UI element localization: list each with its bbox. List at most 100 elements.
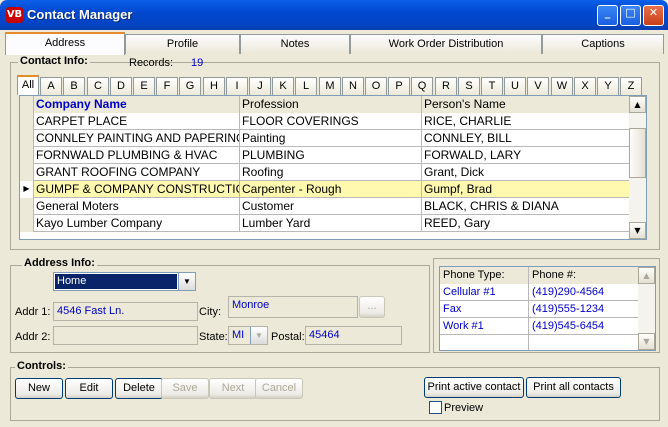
letter-tab-m[interactable]: M	[319, 77, 341, 95]
table-row[interactable]: GRANT ROOFING COMPANY Roofing Grant, Dick	[20, 164, 630, 181]
profession-cell[interactable]: Customer	[240, 198, 422, 215]
person-cell[interactable]: FORWALD, LARY	[422, 147, 630, 164]
letter-tab-x[interactable]: X	[574, 77, 596, 95]
letter-tab-s[interactable]: S	[458, 77, 480, 95]
profession-cell[interactable]: PLUMBING	[240, 147, 422, 164]
phone-number-header[interactable]: Phone #:	[529, 267, 640, 284]
phone-type-cell[interactable]: Work #1	[440, 318, 529, 335]
addr1-field[interactable]: 4546 Fast Ln.	[53, 302, 198, 321]
address-type-select[interactable]: Home ▼	[53, 272, 196, 291]
letter-tab-j[interactable]: J	[249, 77, 271, 95]
table-row[interactable]: ▶ GUMPF & COMPANY CONSTRUCTION Carpenter -…	[20, 181, 630, 198]
addr2-field[interactable]	[53, 326, 198, 345]
profession-cell[interactable]: Carpenter - Rough	[240, 181, 422, 198]
letter-tab-c[interactable]: C	[87, 77, 109, 95]
tab-work-order-distribution[interactable]: Work Order Distribution	[350, 34, 542, 54]
letter-tab-n[interactable]: N	[342, 77, 364, 95]
person-cell[interactable]: BLACK, CHRIS & DIANA	[422, 198, 630, 215]
person-cell[interactable]: Gumpf, Brad	[422, 181, 630, 198]
phone-number-cell[interactable]: (419)555-1234	[529, 301, 640, 318]
company-cell[interactable]: Kayo Lumber Company	[34, 215, 240, 232]
letter-tab-k[interactable]: K	[272, 77, 294, 95]
phone-row[interactable]: Work #1 (419)545-6454	[440, 318, 640, 335]
table-row[interactable]: FORNWALD PLUMBING & HVAC PLUMBING FORWALD,…	[20, 147, 630, 164]
column-header-company[interactable]: Company Name	[34, 96, 240, 113]
city-lookup-button[interactable]: ...	[359, 296, 385, 318]
person-cell[interactable]: CONNLEY, BILL	[422, 130, 630, 147]
table-row[interactable]: CONNLEY PAINTING AND PAPERING Painting CON…	[20, 130, 630, 147]
company-cell[interactable]: GUMPF & COMPANY CONSTRUCTION	[34, 181, 240, 198]
tab-profile[interactable]: Profile	[125, 34, 240, 54]
edit-button[interactable]: Edit	[65, 378, 113, 399]
cancel-button[interactable]: Cancel	[255, 378, 303, 399]
phone-row[interactable]: Fax (419)555-1234	[440, 301, 640, 318]
row-selector[interactable]	[20, 198, 34, 215]
phone-number-cell[interactable]: (419)290-4564	[529, 284, 640, 301]
scroll-down-icon[interactable]: ▼	[629, 222, 646, 239]
letter-tab-h[interactable]: H	[203, 77, 225, 95]
letter-tab-o[interactable]: O	[365, 77, 387, 95]
phone-vertical-scrollbar[interactable]: ▲ ▼	[638, 267, 655, 350]
maximize-button[interactable]: □	[620, 5, 641, 26]
letter-tab-w[interactable]: W	[551, 77, 573, 95]
letter-tab-f[interactable]: F	[156, 77, 178, 95]
phone-empty-row[interactable]	[440, 335, 640, 350]
column-header-person[interactable]: Person's Name	[422, 96, 630, 113]
letter-tab-g[interactable]: G	[179, 77, 201, 95]
phone-row[interactable]: Cellular #1 (419)290-4564	[440, 284, 640, 301]
state-select[interactable]: MI ▼	[228, 326, 268, 345]
print-active-contact-button[interactable]: Print active contact	[424, 377, 524, 398]
row-selector[interactable]	[20, 147, 34, 164]
letter-tab-y[interactable]: Y	[597, 77, 619, 95]
print-all-contacts-button[interactable]: Print all contacts	[526, 377, 621, 398]
phone-number-cell[interactable]: (419)545-6454	[529, 318, 640, 335]
letter-tab-v[interactable]: V	[527, 77, 549, 95]
save-button[interactable]: Save	[161, 378, 209, 399]
company-cell[interactable]: CONNLEY PAINTING AND PAPERING	[34, 130, 240, 147]
letter-tab-r[interactable]: R	[435, 77, 457, 95]
grid-vertical-scrollbar[interactable]: ▲ ▼	[629, 96, 646, 239]
person-cell[interactable]: RICE, CHARLIE	[422, 113, 630, 130]
letter-tab-z[interactable]: Z	[620, 77, 642, 95]
scroll-up-icon[interactable]: ▲	[638, 267, 655, 284]
close-button[interactable]: ✕	[643, 5, 664, 26]
scroll-up-icon[interactable]: ▲	[629, 96, 646, 113]
current-row-arrow-icon[interactable]: ▶	[20, 181, 34, 198]
company-cell[interactable]: GRANT ROOFING COMPANY	[34, 164, 240, 181]
delete-button[interactable]: Delete	[115, 378, 163, 399]
profession-cell[interactable]: Painting	[240, 130, 422, 147]
profession-cell[interactable]: Roofing	[240, 164, 422, 181]
preview-checkbox[interactable]	[429, 401, 442, 414]
table-row[interactable]: General Moters Customer BLACK, CHRIS & DIA…	[20, 198, 630, 215]
profession-cell[interactable]: Lumber Yard	[240, 215, 422, 232]
row-selector[interactable]	[20, 130, 34, 147]
table-row[interactable]: Kayo Lumber Company Lumber Yard REED, Gary	[20, 215, 630, 232]
company-cell[interactable]: CARPET PLACE	[34, 113, 240, 130]
person-cell[interactable]: Grant, Dick	[422, 164, 630, 181]
tab-notes[interactable]: Notes	[240, 34, 350, 54]
row-selector[interactable]	[20, 113, 34, 130]
row-selector[interactable]	[20, 215, 34, 232]
phone-type-cell[interactable]: Cellular #1	[440, 284, 529, 301]
postal-field[interactable]: 45464	[305, 326, 402, 345]
next-button[interactable]: Next	[209, 378, 257, 399]
scroll-down-icon[interactable]: ▼	[638, 333, 655, 350]
letter-tab-b[interactable]: B	[63, 77, 85, 95]
phone-type-header[interactable]: Phone Type:	[440, 267, 529, 284]
table-row[interactable]: CARPET PLACE FLOOR COVERINGS RICE, CHARLIE	[20, 113, 630, 130]
tab-captions[interactable]: Captions	[542, 34, 664, 54]
letter-tab-d[interactable]: D	[110, 77, 132, 95]
letter-tab-q[interactable]: Q	[411, 77, 433, 95]
letter-tab-i[interactable]: I	[226, 77, 248, 95]
profession-cell[interactable]: FLOOR COVERINGS	[240, 113, 422, 130]
letter-tab-l[interactable]: L	[295, 77, 317, 95]
company-cell[interactable]: General Moters	[34, 198, 240, 215]
letter-tab-all[interactable]: All	[17, 75, 39, 95]
person-cell[interactable]: REED, Gary	[422, 215, 630, 232]
scroll-thumb[interactable]	[629, 128, 646, 178]
letter-tab-e[interactable]: E	[133, 77, 155, 95]
letter-tab-p[interactable]: P	[388, 77, 410, 95]
company-cell[interactable]: FORNWALD PLUMBING & HVAC	[34, 147, 240, 164]
phone-type-cell[interactable]: Fax	[440, 301, 529, 318]
city-field[interactable]: Monroe	[228, 296, 358, 318]
